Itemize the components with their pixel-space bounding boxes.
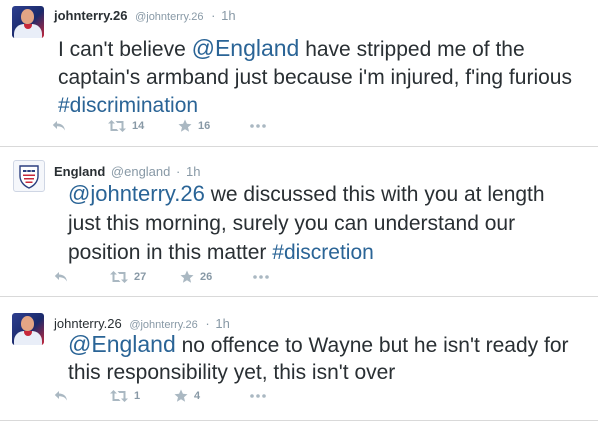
author-handle[interactable]: @johnterry.26 [129,319,197,331]
favorite-button[interactable]: 26 [180,268,212,286]
mention-link[interactable]: @England [68,331,176,357]
more-icon [250,394,266,398]
mention-link[interactable]: @johnterry.26 [68,181,205,206]
tweet-text: @England no offence to Wayne but he isn'… [68,331,578,386]
timestamp[interactable]: 1h [186,164,200,179]
favorite-count: 4 [194,390,201,402]
reply-icon [54,272,67,282]
author-name[interactable]: England [54,164,105,179]
crest-icon [19,165,39,189]
retweet-button[interactable]: 1 [110,387,140,405]
tweet-header: johnterry.26 @johnterry.26 · 1h [54,316,230,331]
reply-button[interactable] [52,117,66,135]
more-icon [253,275,269,279]
tweet-actions: 1 4 [0,387,598,405]
more-button[interactable] [250,387,266,405]
retweet-count: 1 [134,390,141,402]
avatar-england-crest[interactable] [13,160,45,192]
favorite-count: 26 [200,271,213,283]
retweet-count: 14 [132,120,145,132]
star-icon [180,270,194,283]
tweet-1[interactable]: johnterry.26 @johnterry.26 · 1h I can't … [0,0,598,146]
tweet-actions: 14 16 [0,117,598,135]
text-segment: I can't believe [58,38,192,61]
retweet-button[interactable]: 27 [110,268,146,286]
star-icon [178,119,192,132]
reply-button[interactable] [54,387,68,405]
tweet-header: England @england · 1h [54,164,200,179]
reply-button[interactable] [54,268,68,286]
tweet-3[interactable]: johnterry.26 @johnterry.26 · 1h @England… [0,297,598,426]
author-name[interactable]: johnterry.26 [54,8,127,23]
timestamp[interactable]: 1h [221,8,235,23]
tweet-header: johnterry.26 @johnterry.26 · 1h [54,8,236,23]
author-handle[interactable]: @england [111,164,170,179]
tweet-text: I can't believe @England have stripped m… [58,34,578,120]
more-button[interactable] [250,117,266,135]
tweet-text: @johnterry.26 we discussed this with you… [68,179,568,267]
more-button[interactable] [253,268,269,286]
author-name[interactable]: johnterry.26 [54,316,122,331]
retweet-button[interactable]: 14 [108,117,144,135]
separator: · [176,164,181,179]
reply-icon [54,391,67,401]
mention-link[interactable]: @England [192,35,300,61]
tweet-2[interactable]: England @england · 1h @johnterry.26 we d… [0,147,598,296]
separator: · [211,8,216,23]
favorite-count: 16 [198,120,211,132]
avatar-johnterry[interactable] [12,6,44,38]
retweet-icon [108,120,126,132]
author-handle[interactable]: @johnterry.26 [135,11,203,23]
more-icon [250,124,266,128]
separator: · [205,316,210,331]
favorite-button[interactable]: 4 [174,387,200,405]
retweet-icon [110,271,128,283]
avatar-johnterry[interactable] [12,313,44,345]
hashtag-link[interactable]: #discretion [272,241,374,264]
timestamp[interactable]: 1h [215,316,229,331]
tweet-actions: 27 26 [0,268,598,286]
retweet-icon [110,390,128,402]
tweet-divider [0,420,598,421]
reply-icon [52,121,65,131]
retweet-count: 27 [134,271,147,283]
favorite-button[interactable]: 16 [178,117,210,135]
star-icon [174,389,188,402]
hashtag-link[interactable]: #discrimination [58,94,198,117]
